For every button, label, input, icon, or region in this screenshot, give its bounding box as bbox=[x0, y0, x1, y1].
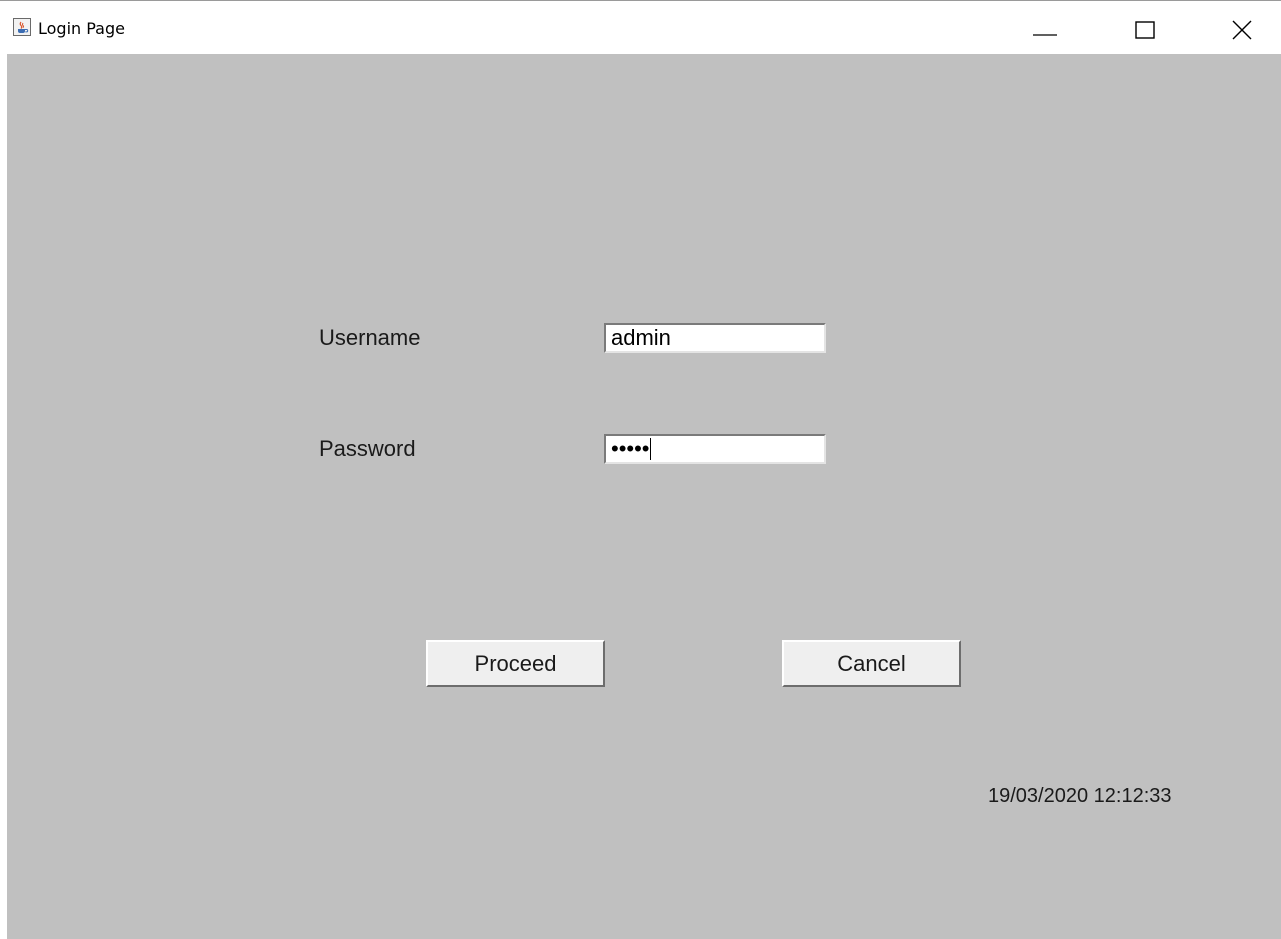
title-bar[interactable]: Login Page bbox=[0, 1, 1281, 54]
minimize-button[interactable] bbox=[1025, 13, 1071, 45]
minimize-icon bbox=[1033, 34, 1057, 36]
password-field[interactable]: ••••• bbox=[604, 434, 826, 464]
close-button[interactable] bbox=[1220, 13, 1266, 45]
text-caret bbox=[649, 438, 651, 460]
password-label: Password bbox=[319, 436, 416, 461]
maximize-icon bbox=[1135, 21, 1155, 39]
username-field[interactable]: admin bbox=[604, 323, 826, 353]
cancel-button[interactable]: Cancel bbox=[782, 640, 961, 687]
password-masked-value: ••••• bbox=[611, 436, 650, 461]
close-icon bbox=[1232, 20, 1252, 40]
maximize-button[interactable] bbox=[1124, 13, 1170, 45]
login-window: Login Page Username admin Password ••••• bbox=[0, 0, 1281, 939]
window-title: Login Page bbox=[38, 19, 125, 38]
proceed-button[interactable]: Proceed bbox=[426, 640, 605, 687]
timestamp-label: 19/03/2020 12:12:33 bbox=[988, 785, 1172, 807]
username-label: Username bbox=[319, 325, 421, 350]
java-cup-icon bbox=[13, 18, 31, 36]
login-panel: Username admin Password ••••• Proceed Ca… bbox=[7, 54, 1281, 939]
username-value: admin bbox=[611, 325, 671, 350]
